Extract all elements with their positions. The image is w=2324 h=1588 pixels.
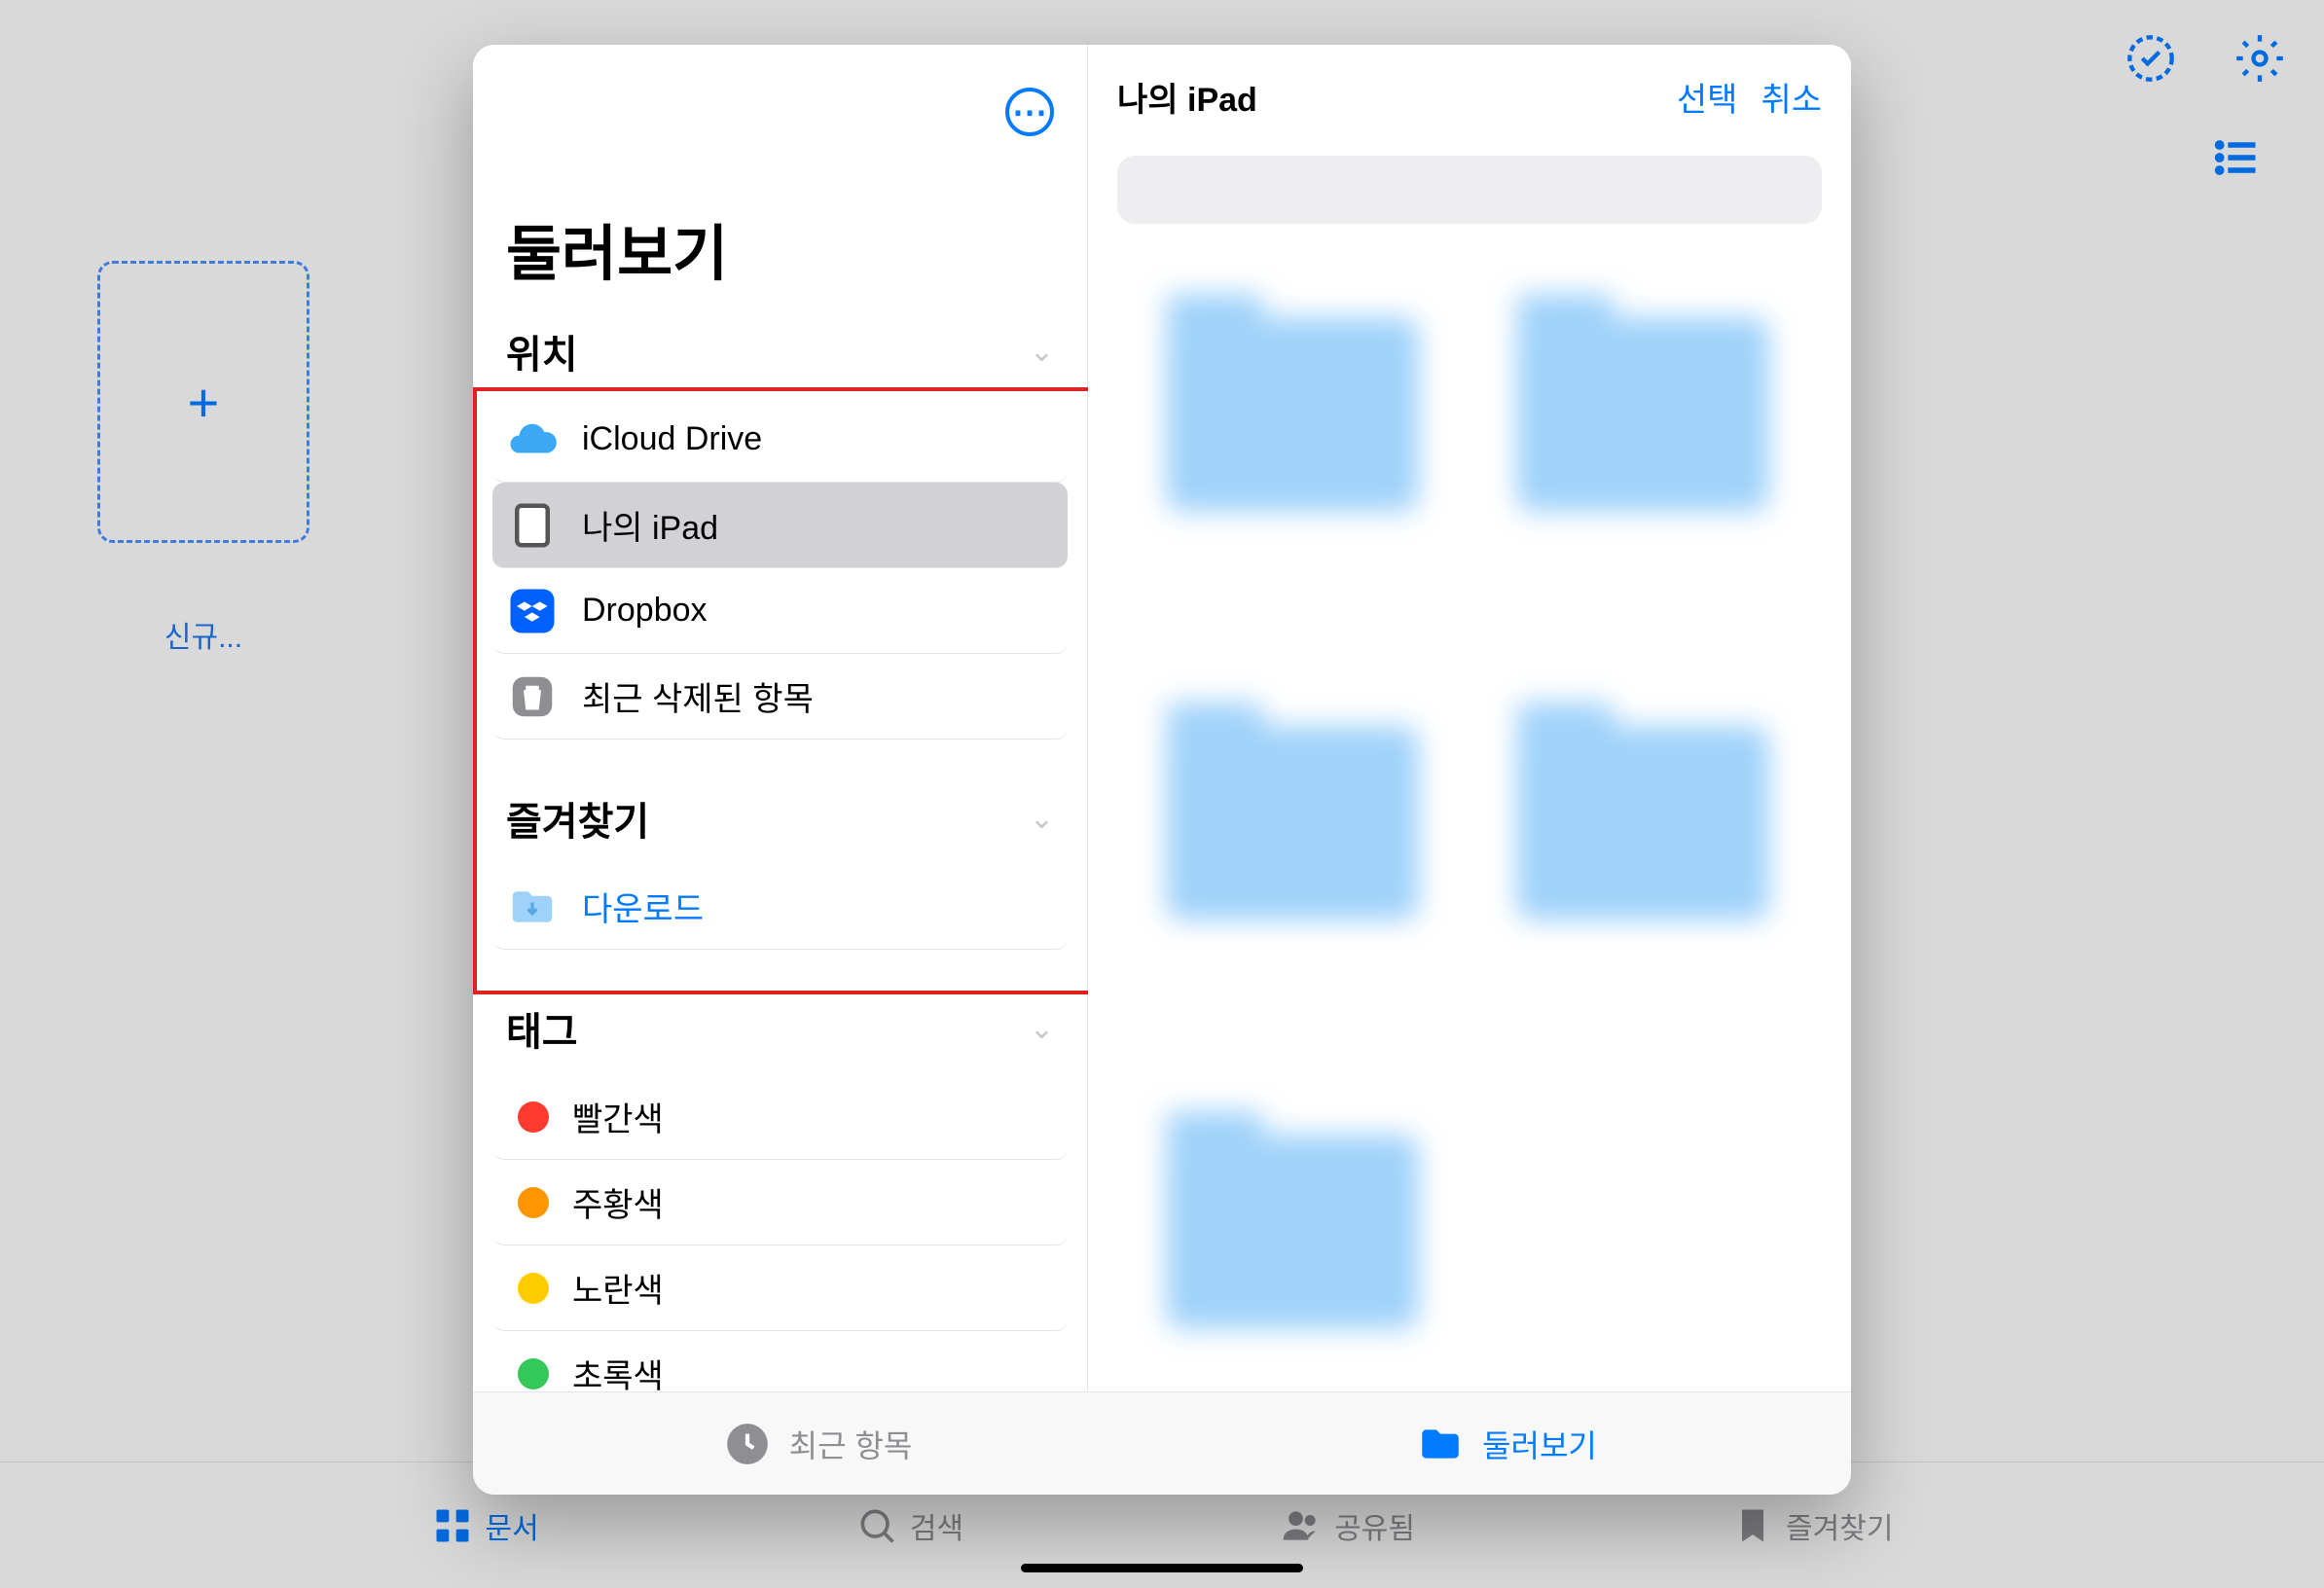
- chevron-down-icon: ⌄: [1030, 802, 1054, 836]
- chevron-down-icon: ⌄: [1030, 1012, 1054, 1046]
- trash-icon: [506, 670, 559, 723]
- folder-item[interactable]: [1516, 317, 1769, 512]
- download-folder-icon: [506, 881, 559, 933]
- folder-item[interactable]: [1166, 317, 1419, 512]
- sidebar-item-dropbox[interactable]: Dropbox: [492, 568, 1068, 654]
- search-field[interactable]: [1117, 156, 1822, 224]
- section-locations-header[interactable]: 위치 ⌄: [492, 313, 1068, 397]
- clock-icon: [723, 1420, 772, 1468]
- content-header: 나의 iPad 선택 취소: [1088, 45, 1851, 148]
- sidebar-tag-orange[interactable]: 주황색: [492, 1160, 1068, 1245]
- section-label: 즐겨찾기: [506, 790, 649, 847]
- folder-item[interactable]: [1516, 726, 1769, 920]
- content-title: 나의 iPad: [1117, 73, 1257, 121]
- more-options-button[interactable]: [1005, 88, 1054, 136]
- sidebar-item-label: Dropbox: [582, 592, 708, 630]
- browse-sidebar: 둘러보기 위치 ⌄ iCloud Drive 나의 iPad Dropbox 최: [473, 45, 1088, 1391]
- sidebar-item-trash[interactable]: 최근 삭제된 항목: [492, 654, 1068, 740]
- sidebar-title: 둘러보기: [506, 204, 728, 292]
- sidebar-item-ipad[interactable]: 나의 iPad: [492, 483, 1068, 568]
- tag-dot-icon: [518, 1273, 549, 1304]
- sidebar-tag-green[interactable]: 초록색: [492, 1331, 1068, 1391]
- tag-dot-icon: [518, 1358, 549, 1390]
- cloud-icon: [506, 414, 559, 466]
- sidebar-tag-red[interactable]: 빨간색: [492, 1074, 1068, 1160]
- sidebar-item-label: 주황색: [572, 1178, 664, 1226]
- sheet-tab-label: 최근 항목: [789, 1422, 913, 1466]
- sidebar-item-label: 초록색: [572, 1350, 664, 1391]
- folder-item[interactable]: [1166, 1135, 1419, 1329]
- section-tags-header[interactable]: 태그 ⌄: [492, 991, 1068, 1074]
- folder-item[interactable]: [1166, 726, 1419, 920]
- sidebar-item-label: 빨간색: [572, 1093, 664, 1140]
- sidebar-item-label: iCloud Drive: [582, 420, 762, 458]
- select-button[interactable]: 선택: [1677, 73, 1738, 121]
- chevron-down-icon: ⌄: [1030, 335, 1054, 369]
- sheet-bottom-tabs: 최근 항목 둘러보기: [473, 1391, 1851, 1495]
- sidebar-item-label: 나의 iPad: [582, 501, 718, 549]
- folder-grid: [1117, 278, 1822, 1391]
- sheet-tab-recent[interactable]: 최근 항목: [473, 1392, 1162, 1495]
- cancel-button[interactable]: 취소: [1761, 73, 1822, 121]
- section-label: 태그: [506, 1000, 578, 1057]
- dropbox-icon: [506, 585, 559, 637]
- sidebar-item-icloud[interactable]: iCloud Drive: [492, 397, 1068, 483]
- sheet-tab-browse[interactable]: 둘러보기: [1162, 1392, 1851, 1495]
- section-favorites-header[interactable]: 즐겨찾기 ⌄: [492, 780, 1068, 864]
- content-area: 나의 iPad 선택 취소: [1088, 45, 1851, 1391]
- tag-dot-icon: [518, 1187, 549, 1218]
- folder-icon: [1416, 1420, 1465, 1468]
- file-picker-sheet: 둘러보기 위치 ⌄ iCloud Drive 나의 iPad Dropbox 최: [473, 45, 1851, 1495]
- sidebar-item-label: 다운로드: [582, 883, 704, 930]
- sidebar-item-downloads[interactable]: 다운로드: [492, 864, 1068, 950]
- section-label: 위치: [506, 323, 578, 379]
- sheet-tab-label: 둘러보기: [1482, 1422, 1597, 1466]
- sidebar-tag-yellow[interactable]: 노란색: [492, 1245, 1068, 1331]
- ipad-icon: [506, 499, 559, 552]
- sidebar-item-label: 노란색: [572, 1264, 664, 1312]
- sidebar-item-label: 최근 삭제된 항목: [582, 672, 814, 720]
- tag-dot-icon: [518, 1101, 549, 1133]
